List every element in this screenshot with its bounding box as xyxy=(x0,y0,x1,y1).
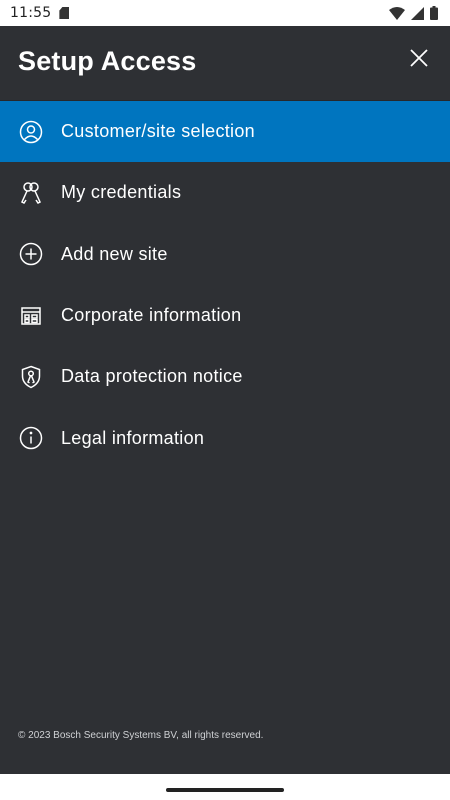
drawer-title: Setup Access xyxy=(18,46,197,76)
status-icons xyxy=(389,6,438,20)
menu-item-label: Corporate information xyxy=(61,305,242,326)
wifi-icon xyxy=(389,6,405,20)
close-icon xyxy=(410,49,428,67)
signal-icon xyxy=(411,6,424,20)
home-gesture-handle[interactable] xyxy=(166,788,284,792)
menu-item-customer-site-selection[interactable]: Customer/site selection xyxy=(0,101,450,163)
menu-item-label: Legal information xyxy=(61,427,205,448)
drawer-header: Setup Access xyxy=(0,26,450,101)
menu-item-legal-information[interactable]: Legal information xyxy=(0,407,450,468)
menu-item-my-credentials[interactable]: My credentials xyxy=(0,162,450,223)
menu-item-corporate-information[interactable]: Corporate information xyxy=(0,285,450,346)
copyright-footer: © 2023 Bosch Security Systems BV, all ri… xyxy=(18,730,264,741)
system-navigation-bar xyxy=(0,774,450,800)
plus-circle-icon xyxy=(18,241,44,267)
status-bar: 11:55 xyxy=(0,0,450,26)
menu-item-label: Data protection notice xyxy=(61,366,243,387)
navigation-drawer: Setup Access Customer/site selection My … xyxy=(0,26,450,774)
status-time: 11:55 xyxy=(10,5,52,21)
shield-icon xyxy=(18,364,44,390)
menu-item-add-new-site[interactable]: Add new site xyxy=(0,224,450,285)
menu-item-label: Customer/site selection xyxy=(61,121,255,142)
building-icon xyxy=(18,303,44,329)
battery-icon xyxy=(430,6,438,20)
menu-item-label: Add new site xyxy=(61,243,168,264)
user-circle-icon xyxy=(18,119,44,145)
info-circle-icon xyxy=(18,425,44,451)
menu-item-label: My credentials xyxy=(61,182,182,203)
sd-card-icon xyxy=(59,7,70,19)
menu-item-data-protection-notice[interactable]: Data protection notice xyxy=(0,346,450,407)
keys-icon xyxy=(18,180,44,206)
close-button[interactable] xyxy=(406,45,432,71)
drawer-menu: Customer/site selection My credentials A… xyxy=(0,101,450,469)
